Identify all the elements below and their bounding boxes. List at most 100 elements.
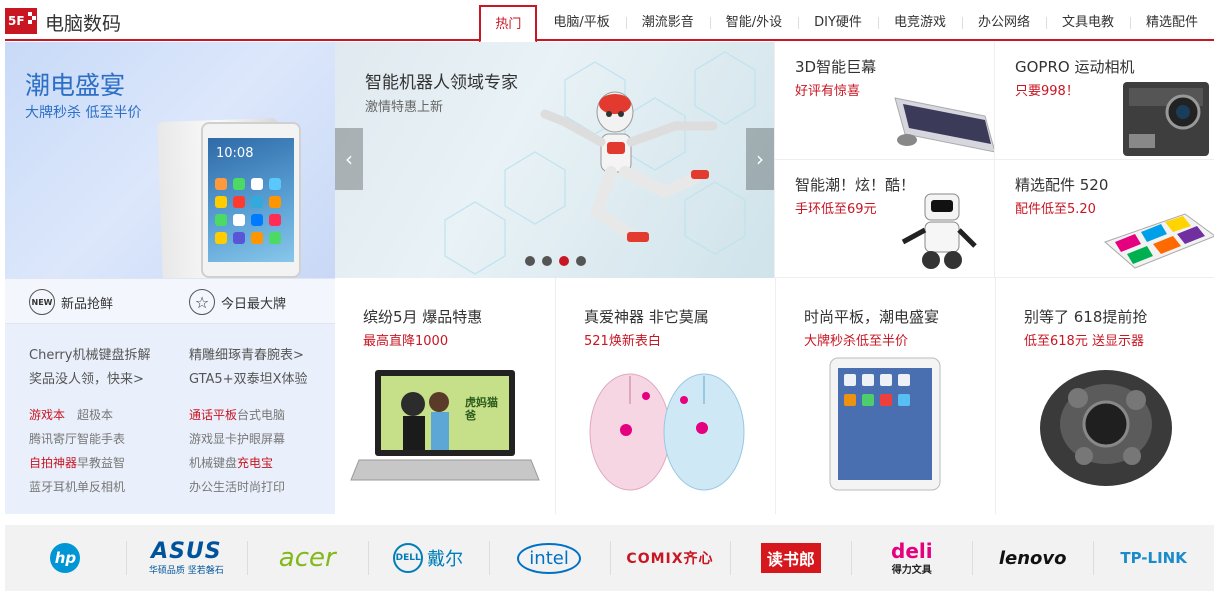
asus-logo: ASUS	[151, 538, 222, 564]
star-icon: ☆	[189, 289, 215, 315]
keyword-link[interactable]: 充电宝	[237, 451, 297, 475]
acer-logo: acer	[278, 543, 336, 573]
carousel-next-icon[interactable]: ›	[746, 128, 774, 190]
keyword-link[interactable]: 智能手表	[77, 427, 137, 451]
brand-dushulang[interactable]: 读书郎	[730, 525, 851, 591]
keyword-link[interactable]: 机械键盘	[189, 451, 237, 475]
deli-slogan: 得力文具	[891, 564, 932, 576]
tab-hot[interactable]: 热门	[479, 5, 538, 43]
laptop-screen-text: 虎妈猫爸	[465, 396, 498, 422]
brand-hp[interactable]: hp	[5, 525, 126, 591]
promo-row: NEW 新品抢鲜 ☆ 今日最大牌	[5, 278, 335, 324]
category-tabs: 热门 电脑/平板 潮流影音 智能/外设 DIY硬件 电竞游戏 办公网络 文具电教…	[479, 5, 1214, 43]
tile-smart-band[interactable]: 智能潮！炫！酷！ 手环低至69元	[774, 160, 994, 278]
asus-slogan: 华硕品质 坚若磐石	[148, 565, 224, 576]
carousel-dot[interactable]	[542, 256, 552, 266]
brand-intel[interactable]: intel	[488, 525, 610, 591]
news-item[interactable]: 奖品没人领，快来>	[29, 368, 150, 392]
floor-badge: 5F	[5, 8, 37, 34]
news-item[interactable]: GTA5+双泰坦X体验	[189, 368, 308, 392]
power-bank-image	[1104, 213, 1214, 269]
keyword-grid-right: 通话平板 台式电脑 游戏显卡 护眼屏幕 机械键盘 充电宝 办公生活 时尚打印	[189, 403, 297, 499]
carousel-dot[interactable]	[576, 256, 586, 266]
hero-carousel[interactable]: 智能机器人领域专家 激情特惠上新 ‹ ›	[335, 42, 774, 278]
lenovo-logo: lenovo	[998, 547, 1067, 569]
app-icons	[215, 178, 287, 244]
keyword-link[interactable]: 办公生活	[189, 475, 237, 499]
carousel-subtitle: 激情特惠上新	[365, 100, 444, 115]
news-item[interactable]: 精雕细琢青春腕表>	[189, 344, 308, 368]
robot-image	[540, 91, 718, 244]
intel-logo: intel	[517, 542, 581, 574]
tab-accessories[interactable]: 精选配件	[1129, 5, 1214, 41]
keyword-link[interactable]: 护眼屏幕	[237, 427, 297, 451]
carousel-dots	[525, 256, 586, 266]
left-banner[interactable]: 潮电盛宴 大牌秒杀 低至半价 10:08	[5, 42, 335, 278]
keyword-link[interactable]: 游戏本	[29, 403, 77, 427]
deli-logo: deli	[891, 538, 933, 563]
tablet-clock: 10:08	[216, 146, 254, 161]
news-list-left: Cherry机械键盘拆解 奖品没人领，快来>	[29, 344, 150, 392]
keyword-link[interactable]: 超极本	[77, 403, 137, 427]
keyword-grid-left: 游戏本 超极本 腾讯寄厅 智能手表 自拍神器 早教益智 蓝牙耳机 单反相机	[29, 403, 137, 499]
tab-stationery[interactable]: 文具电教	[1045, 5, 1130, 41]
floor-number: 5F	[8, 14, 25, 28]
tab-diy-hardware[interactable]: DIY硬件	[798, 5, 878, 41]
tplink-logo: TP-LINK	[1120, 549, 1187, 567]
product-618[interactable]: 别等了 618提前抢 低至618元 送显示器	[995, 278, 1215, 514]
product-laptop[interactable]: 缤纷5月 爆品特惠 最高直降1000 虎妈猫爸	[335, 278, 555, 514]
carousel-prev-icon[interactable]: ‹	[335, 128, 363, 190]
product-tablet[interactable]: 时尚平板，潮电盛宴 大牌秒杀低至半价	[775, 278, 995, 514]
promo-top-brand[interactable]: ☆ 今日最大牌	[189, 289, 286, 315]
hp-logo: hp	[50, 543, 81, 573]
banner-subtitle: 大牌秒杀 低至半价	[25, 105, 142, 121]
news-list-right: 精雕细琢青春腕表> GTA5+双泰坦X体验	[189, 344, 308, 392]
keyword-link[interactable]: 早教益智	[77, 451, 137, 475]
keyword-link[interactable]: 蓝牙耳机	[29, 475, 77, 499]
brand-acer[interactable]: acer	[246, 525, 368, 591]
keyword-link[interactable]: 腾讯寄厅	[29, 427, 77, 451]
tab-office-network[interactable]: 办公网络	[961, 5, 1046, 41]
tile-accessories[interactable]: 精选配件 520 配件低至5.20	[994, 160, 1214, 278]
comix-logo: COMIX齐心	[626, 551, 714, 567]
tab-esports[interactable]: 电竞游戏	[877, 5, 962, 41]
floor-title: 电脑数码	[45, 13, 122, 35]
keyword-link[interactable]: 自拍神器	[29, 451, 77, 475]
engine-image	[1040, 370, 1172, 486]
new-icon: NEW	[29, 289, 55, 315]
gopro-image	[1123, 82, 1209, 156]
laptop-image	[350, 370, 540, 481]
keyword-link[interactable]: 单反相机	[77, 475, 137, 499]
tile-3d-screen[interactable]: 3D智能巨幕 好评有惊喜	[774, 42, 994, 160]
brand-asus[interactable]: ASUS 华硕品质 坚若磐石	[125, 525, 247, 591]
keyword-link[interactable]: 通话平板	[189, 403, 237, 427]
mini-robot-image	[901, 193, 977, 269]
brand-bar: hp ASUS 华硕品质 坚若磐石 acer DELL 戴尔 intel COM…	[5, 525, 1214, 591]
banner-title: 潮电盛宴	[25, 71, 126, 100]
keyword-link[interactable]: 台式电脑	[237, 403, 297, 427]
keyword-link[interactable]: 游戏显卡	[189, 427, 237, 451]
promo-top-brand-label: 今日最大牌	[221, 296, 287, 312]
brand-dell[interactable]: DELL 戴尔	[367, 525, 489, 591]
tab-computer-tablet[interactable]: 电脑/平板	[537, 5, 625, 41]
ipad-image	[829, 357, 941, 491]
news-item[interactable]: Cherry机械键盘拆解	[29, 344, 150, 368]
keyword-link[interactable]: 时尚打印	[237, 475, 297, 499]
promo-new[interactable]: NEW 新品抢鲜	[29, 289, 113, 315]
promo-new-label: 新品抢鲜	[61, 296, 114, 312]
brand-tplink[interactable]: TP-LINK	[1093, 525, 1214, 591]
mouse-pair-image	[589, 373, 745, 491]
carousel-dot-active[interactable]	[559, 256, 569, 266]
tablet-image: 10:08	[201, 122, 301, 278]
carousel-title: 智能机器人领域专家	[365, 73, 518, 93]
dushulang-logo: 读书郎	[760, 543, 821, 573]
brand-lenovo[interactable]: lenovo	[972, 525, 1093, 591]
tab-audio-video[interactable]: 潮流影音	[625, 5, 710, 41]
tile-gopro[interactable]: GOPRO 运动相机 只要998！	[994, 42, 1214, 160]
brand-comix[interactable]: COMIX齐心	[609, 525, 731, 591]
product-mouse[interactable]: 真爱神器 非它莫属 521焕新表白	[555, 278, 775, 514]
tab-smart-peripherals[interactable]: 智能/外设	[709, 5, 798, 41]
brand-deli[interactable]: deli 得力文具	[851, 525, 972, 591]
dell-logo: DELL 戴尔	[393, 543, 463, 573]
carousel-dot[interactable]	[525, 256, 535, 266]
